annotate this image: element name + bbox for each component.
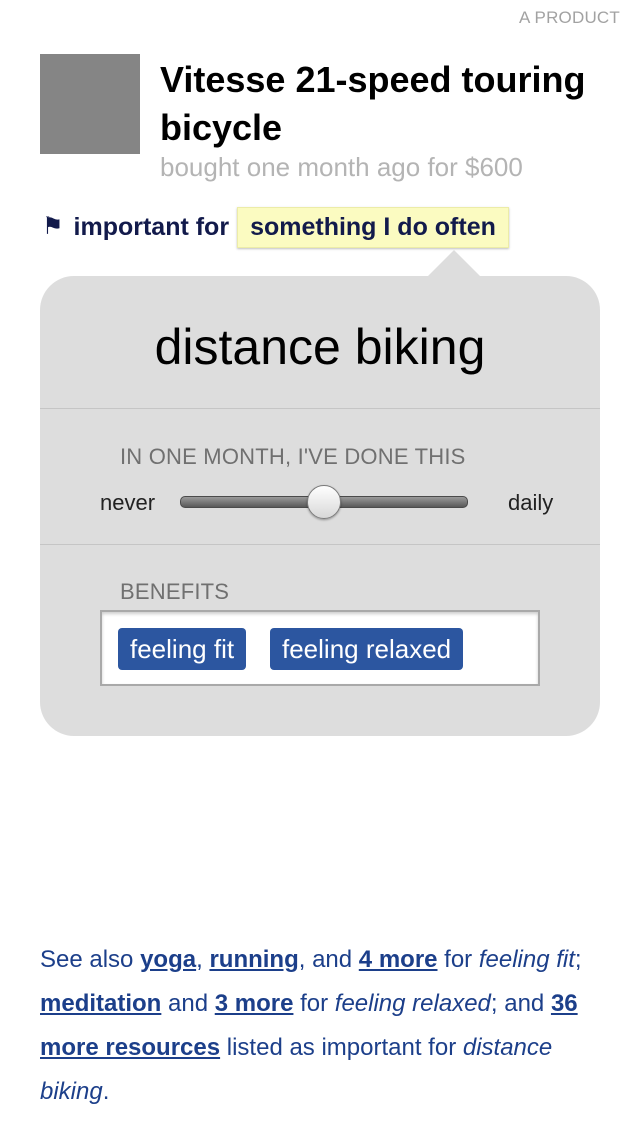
slider-min-label: never xyxy=(100,490,156,515)
link-4-more[interactable]: 4 more xyxy=(359,946,438,973)
popover-arrow xyxy=(427,250,481,277)
benefit-reference: feeling fit xyxy=(478,946,575,973)
see-also-text: for xyxy=(293,990,335,1017)
product-thumbnail xyxy=(40,54,140,154)
see-also-paragraph: See also yoga, running, and 4 more for f… xyxy=(40,938,600,1114)
activity-title: distance biking xyxy=(154,319,486,375)
benefit-tag[interactable]: feeling relaxed xyxy=(270,628,464,670)
benefits-tag-field[interactable]: feeling fit feeling relaxed xyxy=(100,610,540,686)
link-meditation[interactable]: meditation xyxy=(40,990,161,1017)
divider xyxy=(40,408,600,409)
flag-icon: ⚑ xyxy=(42,213,64,240)
see-also-text: listed as important for xyxy=(220,1034,463,1061)
benefit-reference: feeling relaxed xyxy=(334,990,491,1017)
benefit-tag[interactable]: feeling fit xyxy=(118,628,247,670)
importance-label: important for xyxy=(73,212,230,241)
see-also-text: See also xyxy=(40,946,141,973)
link-3-more[interactable]: 3 more xyxy=(215,990,294,1017)
see-also-text: . xyxy=(102,1078,110,1105)
frequency-slider-thumb[interactable] xyxy=(307,485,341,519)
product-kicker: A PRODUCT xyxy=(519,8,620,27)
product-title: Vitesse 21-speed touring bicycle xyxy=(160,59,586,148)
importance-row: ⚑ important for something I do often xyxy=(42,206,509,248)
see-also-text: ; xyxy=(574,946,582,973)
see-also-text: , and xyxy=(298,946,359,973)
see-also-text: , xyxy=(196,946,210,973)
see-also-text: and xyxy=(161,990,215,1017)
product-subtitle: bought one month ago for $600 xyxy=(160,152,523,182)
see-also-text: ; and xyxy=(490,990,551,1017)
slider-max-label: daily xyxy=(508,490,554,515)
importance-value[interactable]: something I do often xyxy=(237,206,509,248)
link-running[interactable]: running xyxy=(209,946,298,973)
divider xyxy=(40,544,600,545)
frequency-label: IN ONE MONTH, I'VE DONE THIS xyxy=(120,444,466,469)
activity-popover: distance biking IN ONE MONTH, I'VE DONE … xyxy=(40,250,600,736)
link-yoga[interactable]: yoga xyxy=(140,946,196,973)
see-also-text: for xyxy=(437,946,479,973)
benefits-label: BENEFITS xyxy=(120,579,230,604)
